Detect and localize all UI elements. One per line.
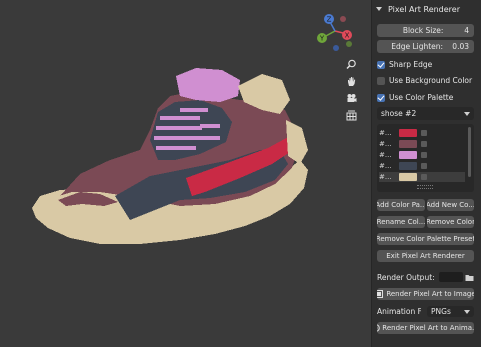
checkbox-unchecked-icon [377, 76, 385, 85]
chevron-down-icon [464, 309, 470, 314]
add-new-color-button[interactable]: Add New Co... [427, 199, 474, 211]
render-animation-icon [377, 324, 381, 332]
chevron-down-icon [464, 111, 470, 116]
list-item[interactable]: #... [379, 139, 465, 149]
list-item[interactable]: #... [379, 172, 465, 182]
color-name: #... [379, 151, 392, 159]
color-option-icon[interactable] [421, 141, 427, 147]
zoom-icon[interactable] [344, 57, 358, 71]
use-color-palette-checkbox[interactable]: Use Color Palette [377, 91, 474, 104]
animation-format-value: PNGs [431, 307, 451, 316]
list-item[interactable]: #... [379, 161, 465, 171]
palette-preset-value: shose #2 [381, 109, 417, 118]
list-item[interactable]: #... [379, 150, 465, 160]
gizmo-y-label: Y [319, 35, 325, 43]
remove-color-palette-preset-button[interactable]: Remove Color Palette Preset [377, 233, 474, 245]
render-output-label: Render Output: [377, 272, 435, 282]
color-name: #... [379, 162, 392, 170]
render-to-animation-label: Render Pixel Art to Anima... [382, 324, 474, 332]
edge-lighten-value: 0.03 [452, 42, 469, 51]
color-swatch[interactable] [399, 173, 417, 181]
color-swatch[interactable] [399, 140, 417, 148]
add-color-palette-button[interactable]: Add Color Pa... [377, 199, 425, 211]
render-to-image-label: Render Pixel Art to Image [386, 290, 474, 298]
orientation-gizmo[interactable]: X Y Z [310, 6, 360, 56]
render-output-row: Render Output: [377, 272, 474, 282]
use-background-color-checkbox[interactable]: Use Background Color [377, 74, 474, 87]
edge-lighten-field[interactable]: Edge Lighten: 0.03 [377, 40, 474, 53]
block-size-value: 4 [464, 26, 469, 35]
pixel-art-renderer-panel: Pixel Art Renderer Block Size: 4 Edge Li… [371, 0, 481, 347]
folder-icon[interactable] [465, 273, 474, 282]
color-option-icon[interactable] [421, 163, 427, 169]
block-size-label: Block Size: [402, 26, 444, 35]
panel-header[interactable]: Pixel Art Renderer [372, 2, 481, 16]
checkbox-checked-icon [377, 60, 385, 69]
chevron-down-icon [376, 7, 382, 11]
sharp-edge-label: Sharp Edge [389, 60, 433, 69]
color-option-icon[interactable] [421, 152, 427, 158]
use-color-palette-label: Use Color Palette [389, 93, 454, 102]
color-swatch[interactable] [399, 162, 417, 170]
palette-preset-dropdown[interactable]: shose #2 [377, 107, 474, 120]
camera-icon[interactable] [344, 91, 358, 105]
color-swatch[interactable] [399, 151, 417, 159]
color-name: #... [379, 129, 392, 137]
animation-format-row: Animation Fo... PNGs [377, 306, 474, 317]
panel-title: Pixel Art Renderer [388, 4, 461, 14]
list-scrollbar[interactable] [468, 127, 471, 177]
remove-color-button[interactable]: Remove Color [427, 216, 474, 228]
exit-pixel-art-renderer-button[interactable]: Exit Pixel Art Renderer [377, 250, 474, 262]
3d-viewport[interactable]: X Y Z [0, 0, 371, 347]
render-to-image-button[interactable]: Render Pixel Art to Image [377, 288, 474, 300]
color-palette-list[interactable]: #... #... #... #... #... [377, 124, 474, 192]
block-size-field[interactable]: Block Size: 4 [377, 24, 474, 37]
gizmo-z-label: Z [327, 16, 332, 24]
render-to-animation-button[interactable]: Render Pixel Art to Anima... [377, 322, 474, 334]
edge-lighten-label: Edge Lighten: [391, 42, 444, 51]
color-option-icon[interactable] [421, 130, 427, 136]
color-swatch[interactable] [399, 129, 417, 137]
shoe-collar [176, 68, 240, 102]
animation-format-label: Animation Fo... [377, 307, 421, 316]
gizmo-x-label: X [345, 32, 350, 40]
list-item[interactable]: #... [379, 128, 465, 138]
animation-format-dropdown[interactable]: PNGs [427, 306, 474, 317]
list-resize-handle[interactable] [417, 185, 433, 189]
sharp-edge-checkbox[interactable]: Sharp Edge [377, 58, 474, 71]
color-name: #... [379, 173, 392, 181]
render-image-icon [377, 290, 384, 298]
hand-icon[interactable] [344, 74, 358, 88]
grid-icon[interactable] [344, 108, 358, 122]
checkbox-checked-icon [377, 93, 385, 102]
color-name: #... [379, 140, 392, 148]
rename-color-button[interactable]: Rename Col... [377, 216, 425, 228]
render-output-field[interactable] [438, 272, 463, 282]
use-background-color-label: Use Background Color [389, 76, 473, 85]
color-option-icon[interactable] [421, 174, 427, 180]
